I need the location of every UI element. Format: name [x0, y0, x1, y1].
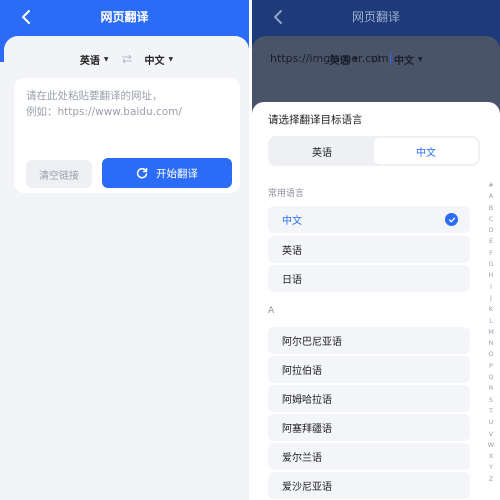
language-option-azerbaijani[interactable]: 阿塞拜疆语 [268, 414, 470, 441]
content-card: 英语 ▼ 中文 ▼ 请在此处粘贴要翻译的网址， 例如：https://www.b… [4, 36, 249, 500]
language-option-irish[interactable]: 爱尔兰语 [268, 443, 470, 470]
start-translate-label: 开始翻译 [156, 167, 198, 180]
caret-down-icon: ▼ [103, 55, 109, 63]
language-option-label: 爱尔兰语 [282, 453, 322, 464]
source-language-select[interactable]: 英语 ▼ [80, 52, 109, 67]
url-input-placeholder: 请在此处粘贴要翻译的网址， 例如：https://www.baidu.com/ [26, 90, 182, 118]
alphabet-index-letter[interactable]: X [489, 451, 493, 462]
target-language-label: 中文 [394, 55, 414, 67]
language-option-arabic[interactable]: 阿拉伯语 [268, 356, 470, 383]
alphabet-index-letter[interactable]: D [488, 225, 493, 236]
section-a-label: A [268, 306, 275, 316]
alphabet-index-letter[interactable]: G [488, 259, 493, 270]
language-option-albanian[interactable]: 阿尔巴尼亚语 [268, 327, 470, 354]
language-switcher: 英语 ▼ 中文 ▼ [4, 50, 249, 68]
page-title: 网页翻译 [351, 10, 400, 24]
tab-english[interactable]: 英语 [270, 138, 374, 164]
right-screen: 网页翻译 英语 ▼ 中文 ▼ https://imglarger.com 请选择… [252, 0, 500, 500]
alphabet-index-letter[interactable]: I [490, 282, 492, 293]
alphabet-index-letter[interactable]: K [489, 304, 493, 315]
language-option-chinese[interactable]: 中文 [268, 206, 470, 233]
language-option-label: 阿塞拜疆语 [282, 424, 332, 435]
alphabet-index-letter[interactable]: A [489, 191, 493, 202]
sheet-title: 请选择翻译目标语言 [268, 114, 363, 126]
clear-link-button[interactable]: 清空链接 [26, 160, 92, 188]
alphabet-index: # A B C D E F G H I J K L M N O P Q R S T U V W X Y Z [484, 180, 498, 485]
target-language-select[interactable]: 中文 ▼ [145, 52, 174, 67]
swap-languages-button[interactable] [119, 53, 135, 65]
alphabet-index-letter[interactable]: R [489, 383, 494, 394]
alphabet-index-letter[interactable]: Z [489, 474, 493, 485]
language-option-label: 日语 [282, 275, 302, 286]
clear-link-label: 清空链接 [39, 170, 79, 182]
url-text: https://imglarger.com [270, 52, 389, 65]
alphabet-index-letter[interactable]: U [489, 417, 494, 428]
language-option-label: 阿尔巴尼亚语 [282, 337, 342, 348]
alphabet-index-letter[interactable]: E [489, 236, 493, 247]
caret-down-icon: ▼ [168, 55, 174, 63]
alphabet-index-letter[interactable]: N [489, 338, 494, 349]
alphabet-index-letter[interactable]: # [488, 180, 493, 191]
language-option-amharic[interactable]: 阿姆哈拉语 [268, 385, 470, 412]
alphabet-index-letter[interactable]: S [489, 395, 493, 406]
start-translate-button[interactable]: 开始翻译 [102, 158, 232, 188]
language-option-estonian[interactable]: 爱沙尼亚语 [268, 472, 470, 499]
alphabet-index-letter[interactable]: V [489, 429, 493, 440]
alphabet-index-letter[interactable]: B [489, 203, 493, 214]
alphabet-index-letter[interactable]: W [488, 440, 494, 451]
alphabet-index-letter[interactable]: C [489, 214, 494, 225]
language-option-label: 阿拉伯语 [282, 366, 322, 377]
alphabet-index-letter[interactable]: J [490, 293, 492, 304]
language-tab-switch: 英语 中文 [268, 136, 480, 166]
url-input-value[interactable]: https://imglarger.com [270, 52, 391, 65]
source-language-label: 英语 [79, 55, 100, 67]
target-language-label: 中文 [144, 55, 165, 67]
language-picker-sheet: 请选择翻译目标语言 英语 中文 常用语言 中文 英语 日语 A 阿尔巴尼亚语 阿… [252, 102, 500, 500]
alphabet-index-letter[interactable]: Q [488, 372, 493, 383]
target-language-select[interactable]: 中文 ▼ [394, 52, 423, 67]
language-option-label: 爱沙尼亚语 [282, 482, 332, 493]
text-cursor [389, 53, 391, 65]
check-circle-icon [445, 213, 458, 226]
refresh-icon [136, 167, 148, 179]
language-option-japanese[interactable]: 日语 [268, 265, 470, 292]
alphabet-index-letter[interactable]: L [489, 316, 493, 327]
language-option-label: 英语 [282, 246, 302, 257]
left-screen: 网页翻译 英语 ▼ 中文 ▼ 请在此处粘贴要翻译的网址， 例如：https://… [0, 0, 249, 500]
alphabet-index-letter[interactable]: F [489, 248, 493, 259]
alphabet-index-letter[interactable]: Y [489, 462, 493, 473]
screenshot-root: 网页翻译 英语 ▼ 中文 ▼ 请在此处粘贴要翻译的网址， 例如：https://… [0, 0, 500, 500]
language-option-english[interactable]: 英语 [268, 236, 470, 263]
caret-down-icon: ▼ [418, 55, 423, 63]
alphabet-index-letter[interactable]: M [488, 327, 494, 338]
page-title: 网页翻译 [100, 10, 149, 24]
swap-icon [121, 54, 132, 64]
alphabet-index-letter[interactable]: T [489, 406, 493, 417]
alphabet-index-letter[interactable]: P [489, 361, 493, 372]
alphabet-index-letter[interactable]: O [488, 349, 493, 360]
common-languages-label: 常用语言 [268, 189, 305, 199]
alphabet-index-letter[interactable]: H [489, 270, 494, 281]
url-input-box[interactable]: 请在此处粘贴要翻译的网址， 例如：https://www.baidu.com/ … [14, 78, 240, 193]
language-option-label: 阿姆哈拉语 [282, 395, 332, 406]
tab-chinese[interactable]: 中文 [374, 138, 478, 164]
language-option-label: 中文 [282, 216, 302, 227]
